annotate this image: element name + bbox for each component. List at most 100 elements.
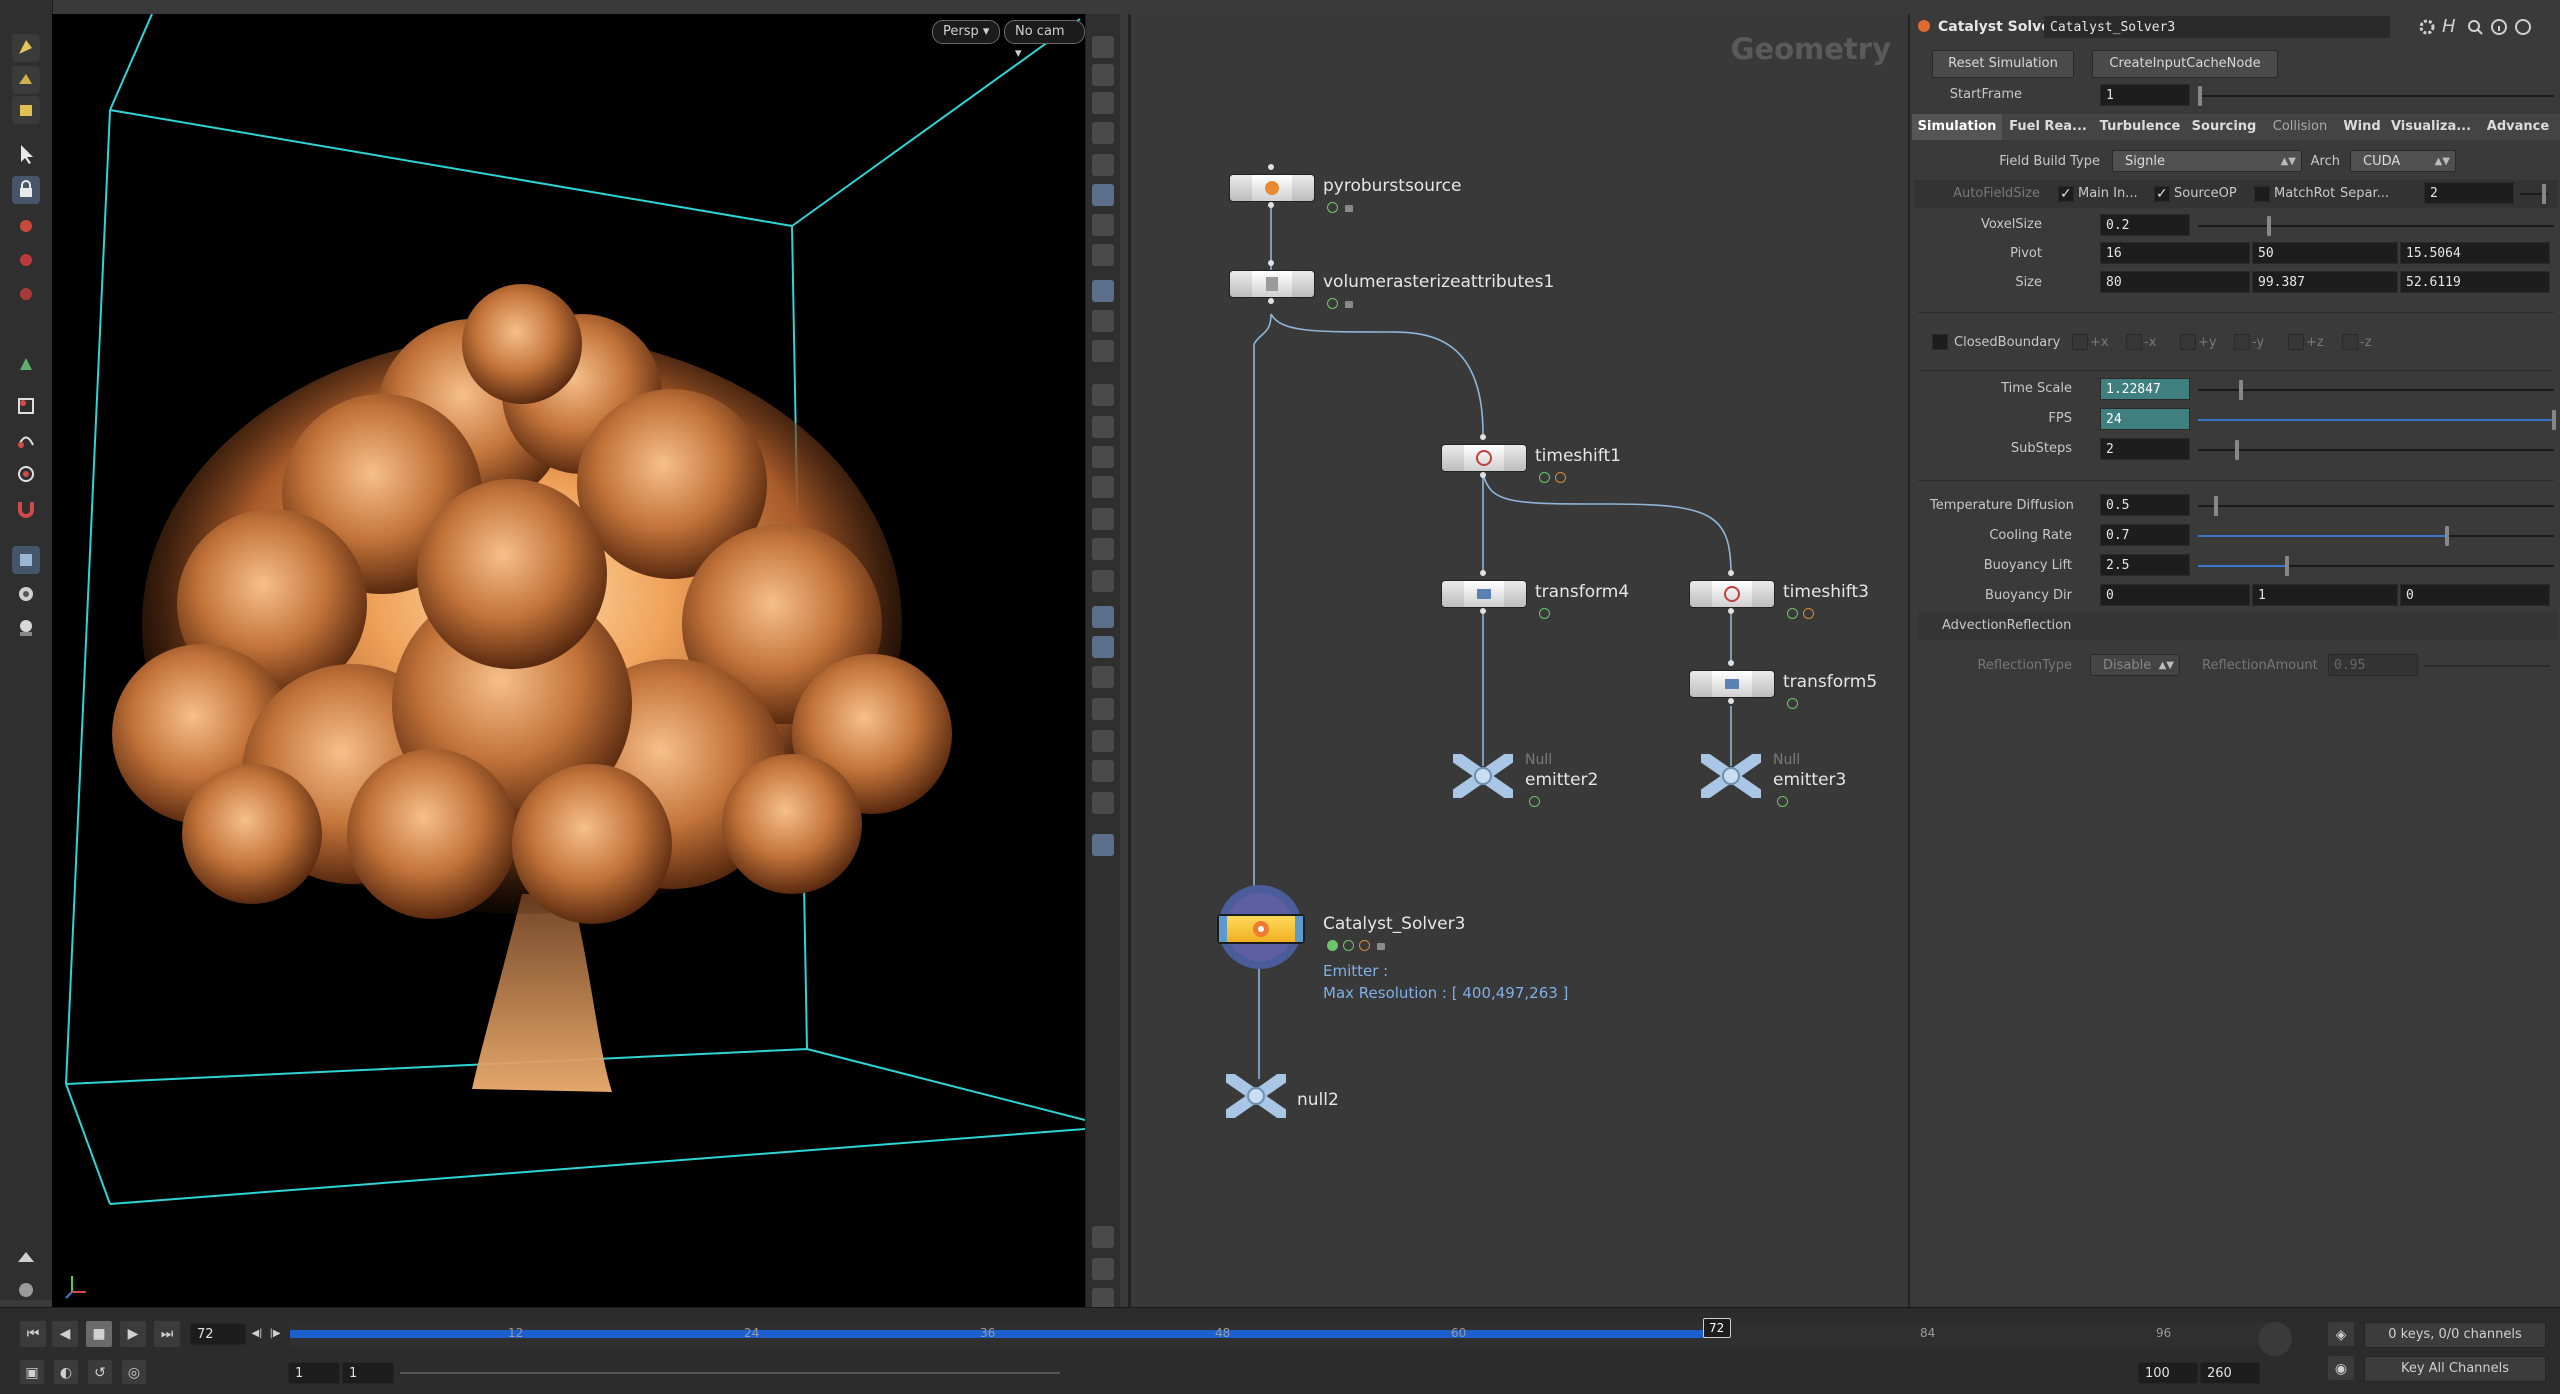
sourceop-checkbox[interactable]: ✓ <box>2154 186 2170 202</box>
voxelsize-field[interactable]: 0.2 <box>2100 214 2190 236</box>
uv-icon[interactable] <box>1092 446 1114 468</box>
fps-field[interactable]: 24 <box>2100 408 2190 430</box>
size-y-field[interactable]: 99.387 <box>2252 271 2398 293</box>
input-connector[interactable] <box>1268 260 1274 266</box>
info-icon[interactable] <box>1092 1226 1114 1248</box>
jump-start-icon[interactable]: ⏮ <box>20 1321 46 1347</box>
paint-tool-icon[interactable] <box>12 96 40 124</box>
input-connector[interactable] <box>1480 570 1486 576</box>
separ-slider[interactable] <box>2520 184 2548 204</box>
time-scale-field[interactable]: 1.22847 <box>2100 378 2190 400</box>
autofieldsize-checkbox[interactable]: ✓ <box>2058 186 2074 202</box>
input-connector[interactable] <box>1480 434 1486 440</box>
key-channels-icon[interactable]: ◉ <box>2328 1356 2354 1380</box>
playhead-marker[interactable]: 72 <box>1702 1318 1731 1338</box>
pivot-y-field[interactable]: 50 <box>2252 242 2398 264</box>
snapshot-icon[interactable] <box>1092 1258 1114 1280</box>
lighting-icon[interactable] <box>1092 64 1114 86</box>
green-display-icon[interactable] <box>1092 698 1114 720</box>
startframe-field[interactable]: 1 <box>2100 84 2190 106</box>
display-flag-icon[interactable] <box>1539 608 1550 619</box>
input-connector[interactable] <box>1728 570 1734 576</box>
handle-tool-icon[interactable] <box>12 350 40 378</box>
snap-point-icon[interactable] <box>12 460 40 488</box>
normal-display-icon[interactable] <box>1092 340 1114 362</box>
range-end-field[interactable]: 100 <box>2138 1362 2198 1384</box>
substeps-slider[interactable] <box>2198 440 2554 460</box>
lock-icon[interactable] <box>1345 301 1353 308</box>
tab-visualization[interactable]: Visualiza... <box>2386 114 2477 140</box>
size-x-field[interactable]: 80 <box>2100 271 2250 293</box>
lock-icon[interactable] <box>1345 205 1353 212</box>
node-catalyst-solver3[interactable] <box>1217 914 1305 944</box>
node-name-field[interactable]: Catalyst_Solver3 <box>2044 16 2390 38</box>
time-scale-slider[interactable] <box>2198 380 2554 400</box>
move-tool-icon[interactable] <box>12 212 40 240</box>
info-circle-icon[interactable] <box>2490 18 2508 36</box>
template-icon[interactable] <box>1092 606 1114 628</box>
pivot-x-field[interactable]: 16 <box>2100 242 2250 264</box>
tab-collision[interactable]: Collision <box>2262 114 2339 140</box>
help-question-icon[interactable] <box>2514 18 2532 36</box>
light-icon[interactable] <box>1092 184 1114 206</box>
display-options-icon[interactable] <box>1092 36 1114 58</box>
tab-wind[interactable]: Wind <box>2338 114 2387 140</box>
pivot-z-field[interactable]: 15.5064 <box>2400 242 2550 264</box>
display-flag-icon[interactable] <box>1777 796 1788 807</box>
next-key-icon[interactable]: |▶ <box>268 1321 282 1347</box>
null-node-null2[interactable] <box>1226 1074 1286 1118</box>
options-icon[interactable]: ◎ <box>122 1360 146 1384</box>
keys-status-field[interactable]: 0 keys, 0/0 channels <box>2364 1322 2546 1348</box>
loop-icon[interactable]: ↺ <box>88 1360 112 1384</box>
bypass-flag-icon[interactable] <box>1359 940 1370 951</box>
output-connector[interactable] <box>1480 472 1486 478</box>
output-connector[interactable] <box>1728 608 1734 614</box>
node-pyroburstsource[interactable] <box>1229 174 1315 202</box>
gear-icon[interactable] <box>2418 18 2436 36</box>
output-connector[interactable] <box>1268 298 1274 304</box>
info-bulb-icon[interactable] <box>1092 834 1114 856</box>
field-build-type-dropdown[interactable]: Signle ▲▼ <box>2112 150 2302 172</box>
null-node-emitter2[interactable] <box>1453 754 1513 798</box>
reflection-amount-field[interactable]: 0.95 <box>2328 654 2418 676</box>
snap-grid-icon[interactable] <box>12 392 40 420</box>
buoyancy-dir-z-field[interactable]: 0 <box>2400 584 2550 606</box>
step-back-icon[interactable]: ◀ <box>52 1321 78 1347</box>
tab-advance[interactable]: Advance <box>2476 114 2560 140</box>
snap-curve-icon[interactable] <box>12 426 40 454</box>
display-flag-icon[interactable] <box>1327 298 1338 309</box>
tab-fuel-reaction[interactable]: Fuel Rea... <box>2002 114 2095 140</box>
persp-menu-button[interactable]: Persp ▾ <box>932 20 1001 44</box>
grid-corner-icon[interactable] <box>1092 570 1114 592</box>
paint-display-icon[interactable] <box>1092 508 1114 530</box>
node-timeshift1[interactable] <box>1441 444 1527 472</box>
network-editor[interactable]: Geometry pyroburstsource volumerasterize… <box>1128 14 1911 1307</box>
boundary-nz-checkbox[interactable] <box>2342 334 2358 350</box>
output-connector[interactable] <box>1480 608 1486 614</box>
closed-boundary-checkbox[interactable] <box>1932 334 1948 350</box>
buoyancy-dir-x-field[interactable]: 0 <box>2100 584 2250 606</box>
key-all-channels-dropdown[interactable]: Key All Channels <box>2364 1356 2546 1382</box>
size-z-field[interactable]: 52.6119 <box>2400 271 2550 293</box>
background-icon[interactable] <box>1092 792 1114 814</box>
range-end2-field[interactable]: 260 <box>2200 1362 2260 1384</box>
buoyancy-lift-slider[interactable] <box>2198 556 2554 576</box>
prev-key-icon[interactable]: ◀| <box>250 1321 264 1347</box>
range-start2-field[interactable]: 1 <box>342 1362 394 1384</box>
sculpt-tool-icon[interactable] <box>12 66 40 94</box>
buoyancy-lift-field[interactable]: 2.5 <box>2100 554 2190 576</box>
view-mode-icon[interactable] <box>12 546 40 574</box>
render-icon[interactable] <box>12 1244 40 1272</box>
display-flag-icon[interactable] <box>1539 472 1550 483</box>
cooling-rate-field[interactable]: 0.7 <box>2100 524 2190 546</box>
handle-display-icon[interactable] <box>1092 730 1114 752</box>
node-transform5[interactable] <box>1689 670 1775 698</box>
range-start-field[interactable]: 1 <box>288 1362 340 1384</box>
camera-menu-button[interactable]: No cam ▾ <box>1004 20 1085 61</box>
bypass-flag-icon[interactable] <box>1803 608 1814 619</box>
reflection-amount-slider[interactable] <box>2424 665 2550 667</box>
buoyancy-dir-y-field[interactable]: 1 <box>2252 584 2398 606</box>
jump-end-icon[interactable]: ⏭ <box>154 1321 180 1347</box>
input-connector[interactable] <box>1728 660 1734 666</box>
boundary-ny-checkbox[interactable] <box>2234 334 2250 350</box>
